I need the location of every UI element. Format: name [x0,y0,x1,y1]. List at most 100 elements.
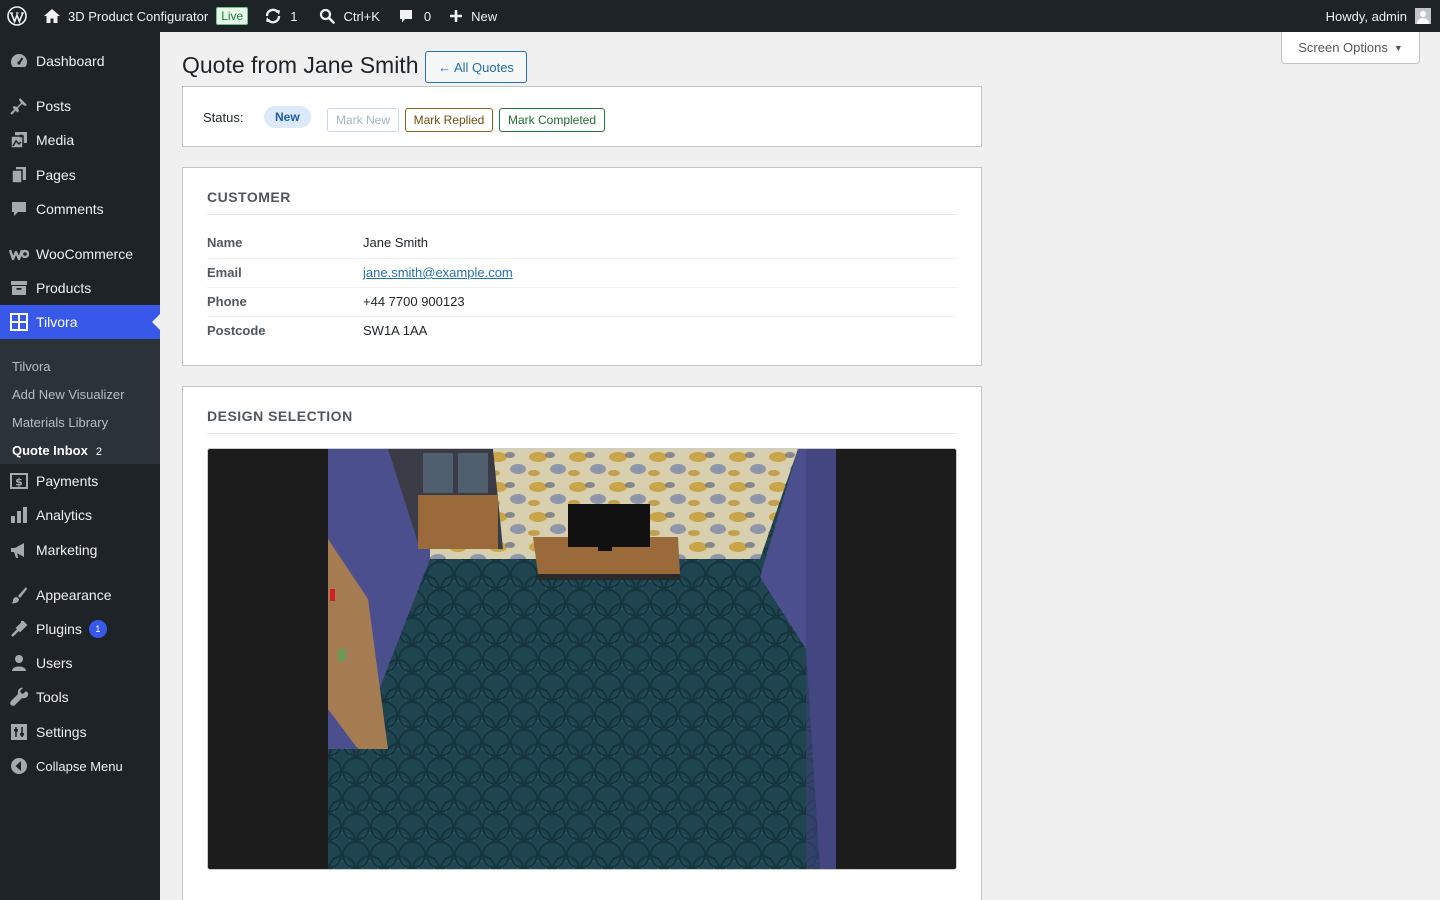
megaphone-icon [0,540,36,560]
design-section-title: DESIGN SELECTION [207,408,353,424]
postcode-value: SW1A 1AA [363,323,428,338]
submenu-label: Quote Inbox [12,443,88,458]
sidebar-item-woocommerce[interactable]: WooCommerce [0,237,160,271]
media-icon [0,130,36,150]
sidebar-item-users[interactable]: Users [0,646,160,680]
sidebar-item-pages[interactable]: Pages [0,158,160,192]
sidebar-label: Media [36,132,75,148]
howdy-text: Howdy, admin [1325,8,1407,24]
screen-options-button[interactable]: Screen Options ▼ [1281,32,1420,64]
updates-link[interactable]: 1 [256,0,305,32]
wrench-icon [0,687,36,707]
sidebar-item-appearance[interactable]: Appearance [0,578,160,612]
comment-icon [398,8,414,24]
payments-icon: $ [0,471,36,491]
plus-icon [449,9,463,23]
room-3d-preview[interactable] [207,448,957,870]
row-divider [207,316,957,317]
brush-icon [0,585,36,605]
plug-icon [0,619,36,639]
caret-down-icon: ▼ [1393,42,1403,53]
mark-replied-button[interactable]: Mark Replied [405,108,493,132]
grid-icon [0,312,36,332]
chart-bar-icon [0,505,36,525]
dashboard-icon [0,51,36,71]
row-divider [207,258,957,259]
site-name: 3D Product Configurator [68,8,209,24]
home-icon [43,8,61,24]
status-panel: Status: New Mark New Mark Replied Mark C… [182,86,982,147]
sidebar-item-dashboard[interactable]: Dashboard [0,44,160,78]
sidebar-item-posts[interactable]: Posts [0,89,160,123]
avatar [1415,8,1431,24]
sidebar-label: Comments [36,201,104,217]
submenu-item-tilvora[interactable]: Tilvora [12,359,51,374]
user-icon [0,653,36,673]
sidebar-label: Users [36,655,73,671]
submenu-item-materials-library[interactable]: Materials Library [12,415,108,430]
submenu-item-quote-inbox[interactable]: Quote Inbox 2 [12,443,102,458]
command-search[interactable]: Ctrl+K [305,0,387,32]
sidebar-item-products[interactable]: Products [0,271,160,305]
woocommerce-icon [0,244,36,264]
sidebar-label: Settings [36,724,87,740]
mark-new-button[interactable]: Mark New [327,108,399,132]
sidebar-label: WooCommerce [36,246,133,262]
status-label: Status: [203,110,244,125]
tilvora-submenu: Tilvora Add New Visualizer Materials Lib… [0,339,160,464]
sidebar-item-settings[interactable]: Settings [0,715,160,749]
sidebar-label: Products [36,280,92,296]
sidebar-label: Appearance [36,587,112,603]
sidebar-item-plugins[interactable]: Plugins 1 [0,612,160,646]
search-icon [319,8,336,24]
customer-panel: CUSTOMER Name Jane Smith Email jane.smit… [182,167,982,366]
design-selection-panel: DESIGN SELECTION [182,386,982,900]
sidebar-item-analytics[interactable]: Analytics [0,498,160,532]
sidebar-label: Payments [36,473,99,489]
phone-label: Phone [207,294,247,309]
customer-section-title: CUSTOMER [207,189,291,205]
new-content-link[interactable]: New [439,0,505,32]
site-name-link[interactable]: 3D Product Configurator Live [35,0,256,32]
email-label: Email [207,265,242,280]
quote-count-badge: 2 [95,446,102,458]
sidebar-item-payments[interactable]: $ Payments [0,464,160,498]
postcode-label: Postcode [207,323,266,338]
sidebar-item-comments[interactable]: Comments [0,192,160,226]
wordpress-logo-icon[interactable] [0,0,35,32]
plugins-update-badge: 1 [88,620,107,638]
sidebar-label: Marketing [36,542,98,558]
sidebar-item-tilvora[interactable]: Tilvora [0,305,160,339]
sidebar-label: Dashboard [36,53,105,69]
screen-options-label: Screen Options [1298,40,1388,55]
sidebar-label: Pages [36,167,76,183]
my-account[interactable]: Howdy, admin [1318,0,1440,32]
comments-count: 0 [423,8,432,24]
email-link[interactable]: jane.smith@example.com [363,265,513,280]
live-badge: Live [216,7,249,25]
page-title: Quote from Jane Smith [182,52,419,78]
sidebar-label: Tilvora [36,314,78,330]
sidebar-item-marketing[interactable]: Marketing [0,533,160,567]
sidebar-item-tools[interactable]: Tools [0,680,160,714]
search-shortcut: Ctrl+K [343,8,380,24]
settings-icon [0,722,36,742]
name-label: Name [207,235,243,250]
sidebar-label: Posts [36,98,72,114]
sidebar-label: Analytics [36,507,93,523]
phone-value: +44 7700 900123 [363,294,465,309]
sidebar-item-collapse-menu[interactable]: Collapse Menu [0,749,160,783]
comment-icon [0,199,36,219]
sidebar-label: Collapse Menu [36,758,123,774]
section-divider [207,433,957,434]
comments-link[interactable]: 0 [388,0,439,32]
archive-icon [0,278,36,298]
mark-completed-button[interactable]: Mark Completed [499,108,605,132]
name-value: Jane Smith [363,235,429,250]
updates-count: 1 [290,8,298,24]
sidebar-label: Plugins [36,621,82,637]
all-quotes-button[interactable]: ← All Quotes [425,51,527,83]
submenu-item-add-new-visualizer[interactable]: Add New Visualizer [12,387,124,402]
sidebar-item-media[interactable]: Media [0,123,160,157]
sidebar-label: Tools [36,689,69,705]
